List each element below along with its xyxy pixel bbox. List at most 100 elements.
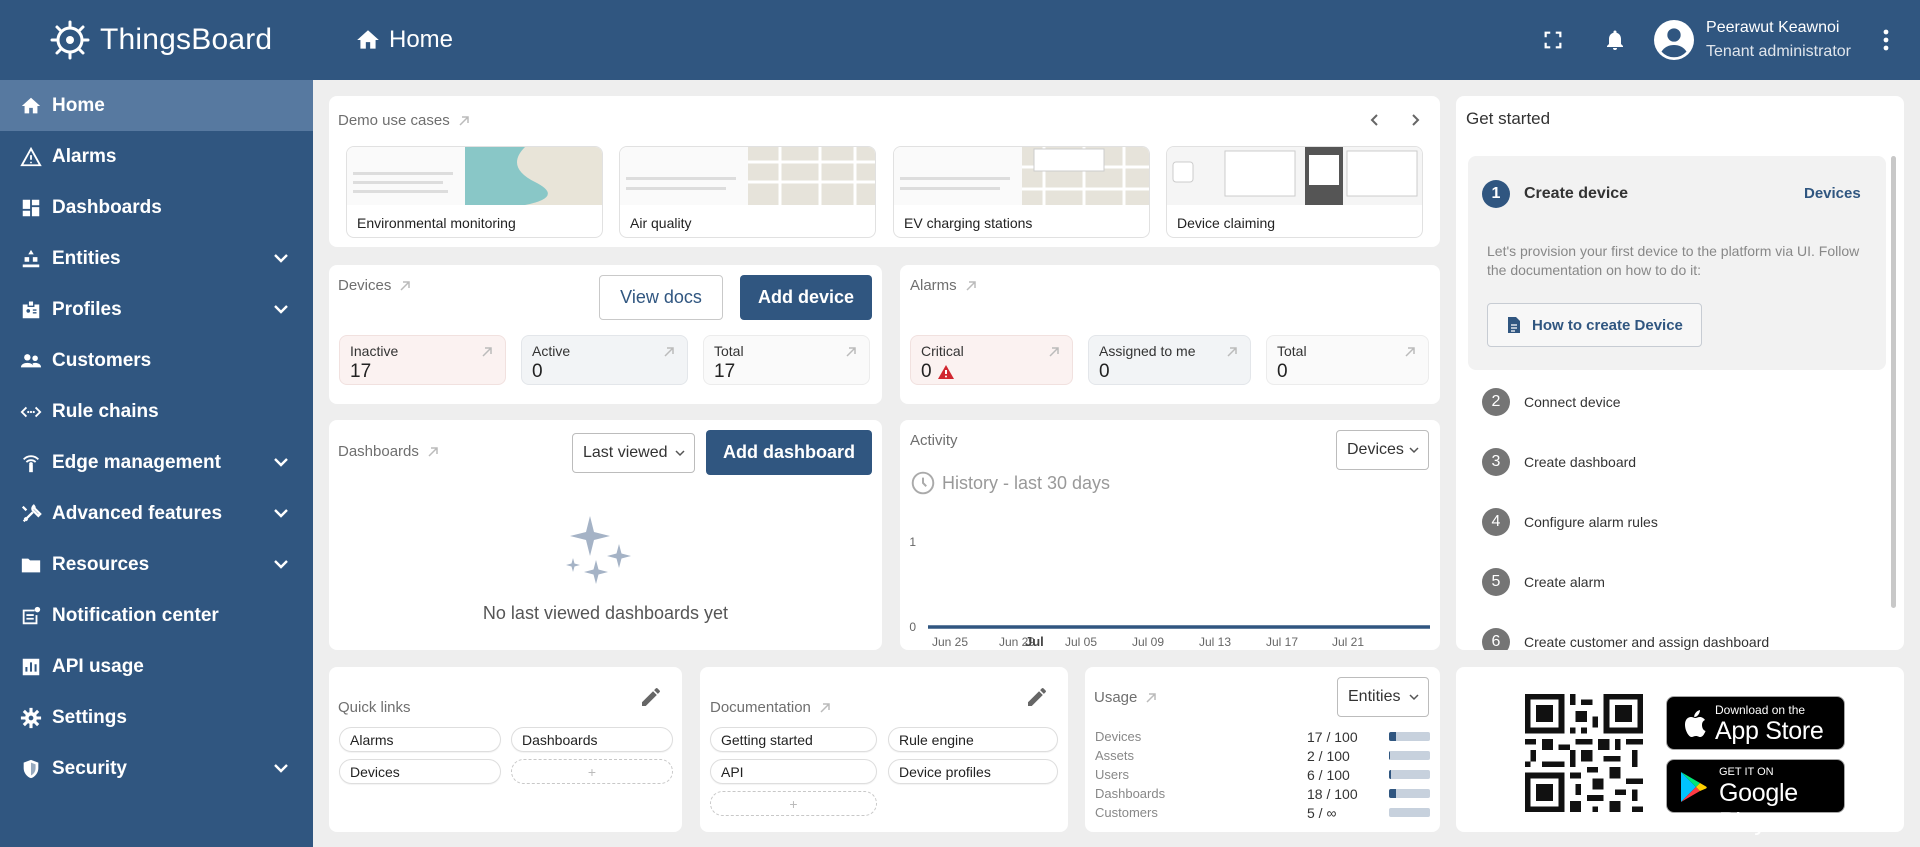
open-arrow-icon: [664, 347, 674, 357]
quick-links-title: Quick links: [338, 699, 411, 716]
devices-title[interactable]: Devices: [338, 277, 411, 294]
step-configure-alarm-rules[interactable]: 4 Configure alarm rules: [1482, 508, 1658, 536]
sidebar-item-notification-center[interactable]: Notification center: [0, 590, 313, 641]
chevron-down-icon[interactable]: [271, 503, 291, 523]
demo-item-device-claiming[interactable]: Device claiming: [1166, 146, 1423, 238]
carousel-next-icon[interactable]: [1407, 112, 1423, 128]
chevron-down-icon[interactable]: [271, 452, 291, 472]
chevron-down-icon: [1409, 447, 1419, 454]
demo-item-air-quality[interactable]: Air quality: [619, 146, 876, 238]
usage-label: Dashboards: [1095, 786, 1166, 801]
step-create-alarm[interactable]: 5 Create alarm: [1482, 568, 1605, 596]
usage-title[interactable]: Usage: [1094, 689, 1157, 706]
view-docs-button[interactable]: View docs: [599, 275, 723, 320]
chevron-down-icon[interactable]: [271, 554, 291, 574]
doc-link-api[interactable]: API: [710, 759, 877, 784]
sidebar-item-resources[interactable]: Resources: [0, 539, 313, 590]
doc-link-getting-started[interactable]: Getting started: [710, 727, 877, 752]
get-started-scrollbar[interactable]: [1891, 156, 1896, 608]
app-store-badge[interactable]: Download on the App Store: [1666, 696, 1845, 750]
usage-row-customers: Customers 5 / ∞: [1095, 803, 1430, 822]
documentation-card: Documentation Getting started Rule engin…: [700, 667, 1068, 832]
sidebar-item-security[interactable]: Security: [0, 743, 313, 794]
dashboards-sort-select[interactable]: Last viewed: [572, 433, 695, 473]
sidebar-item-advanced-features[interactable]: Advanced features: [0, 488, 313, 539]
chevron-down-icon[interactable]: [271, 758, 291, 778]
sidebar-item-entities[interactable]: Entities: [0, 233, 313, 284]
usage-label: Assets: [1095, 748, 1135, 763]
sidebar-item-dashboards[interactable]: Dashboards: [0, 182, 313, 233]
alarms-title[interactable]: Alarms: [910, 277, 977, 294]
edit-pencil-icon[interactable]: [1025, 685, 1049, 709]
activity-card: Activity Devices History - last 30 days …: [900, 420, 1440, 650]
alarms-title-text: Alarms: [910, 277, 957, 294]
doc-link-device-profiles[interactable]: Device profiles: [888, 759, 1058, 784]
user-menu[interactable]: Peerawut Keawnoi Tenant administrator: [1654, 16, 1851, 64]
sidebar-item-alarms[interactable]: Alarms: [0, 131, 313, 182]
history-clock-icon: [911, 471, 935, 495]
stat-critical-alarms[interactable]: Critical 0: [910, 335, 1073, 385]
sidebar-item-customers[interactable]: Customers: [0, 335, 313, 386]
stat-label: Total: [1277, 343, 1307, 359]
how-to-create-device-button[interactable]: How to create Device: [1487, 303, 1702, 347]
step-create-customer[interactable]: 6 Create customer and assign dashboard: [1482, 628, 1769, 650]
documentation-title-text: Documentation: [710, 699, 811, 716]
activity-entity-select[interactable]: Devices: [1336, 430, 1429, 470]
chevron-down-icon: [675, 450, 685, 457]
step-number: 2: [1482, 388, 1510, 416]
x-tick-label: Jul 21: [1332, 635, 1364, 649]
step-number: 3: [1482, 448, 1510, 476]
chevron-down-icon[interactable]: [271, 248, 291, 268]
devices-link[interactable]: Devices: [1804, 185, 1861, 202]
step-label: Configure alarm rules: [1524, 514, 1658, 530]
stat-assigned-alarms[interactable]: Assigned to me 0: [1088, 335, 1251, 385]
usage-type-select[interactable]: Entities: [1337, 677, 1429, 717]
dashboard-icon: [22, 199, 40, 216]
step-label: Create alarm: [1524, 574, 1605, 590]
add-quick-link-button[interactable]: +: [511, 759, 673, 784]
activity-line-chart: 10Jun 25 Jun 29Jul Jul 05 Jul 09 Jul 13 Jul 1…: [909, 535, 1430, 649]
sidebar-item-label: Notification center: [52, 604, 219, 626]
notifications-bell-icon[interactable]: [1600, 25, 1630, 55]
doc-link-rule-engine[interactable]: Rule engine: [888, 727, 1058, 752]
quick-link-dashboards[interactable]: Dashboards: [511, 727, 673, 752]
quick-link-devices[interactable]: Devices: [339, 759, 501, 784]
demo-item-ev-charging-stations[interactable]: EV charging stations: [893, 146, 1150, 238]
step-create-dashboard[interactable]: 3 Create dashboard: [1482, 448, 1636, 476]
edit-pencil-icon[interactable]: [639, 685, 663, 709]
add-device-button[interactable]: Add device: [740, 275, 872, 320]
google-play-badge[interactable]: GET IT ON Google Play: [1666, 759, 1845, 836]
sidebar-item-home[interactable]: Home: [0, 80, 313, 131]
sidebar-item-api-usage[interactable]: API usage: [0, 641, 313, 692]
more-vert-icon[interactable]: [1871, 25, 1901, 55]
demo-item-environmental-monitoring[interactable]: Environmental monitoring: [346, 146, 603, 238]
carousel-prev-icon[interactable]: [1367, 112, 1383, 128]
stat-active-devices[interactable]: Active 0: [521, 335, 688, 385]
sidebar-item-rule-chains[interactable]: Rule chains: [0, 386, 313, 437]
stat-inactive-devices[interactable]: Inactive 17: [339, 335, 506, 385]
stat-total-devices[interactable]: Total 17: [703, 335, 870, 385]
fullscreen-icon[interactable]: [1538, 25, 1568, 55]
step-create-device[interactable]: 1 Create device: [1482, 180, 1628, 208]
brand[interactable]: ThingsBoard: [0, 0, 313, 80]
demo-title[interactable]: Demo use cases: [338, 112, 470, 129]
quick-link-alarms[interactable]: Alarms: [339, 727, 501, 752]
x-tick-label: Jul 13: [1199, 635, 1231, 649]
open-arrow-icon: [459, 115, 469, 126]
home-icon: [357, 30, 379, 49]
documentation-title[interactable]: Documentation: [710, 699, 831, 716]
chevron-down-icon[interactable]: [271, 299, 291, 319]
step-connect-device[interactable]: 2 Connect device: [1482, 388, 1621, 416]
sidebar-item-settings[interactable]: Settings: [0, 692, 313, 743]
add-doc-link-button[interactable]: +: [710, 791, 877, 816]
badge-icon: [22, 299, 40, 318]
usage-value: 5 / ∞: [1307, 804, 1337, 821]
dashboards-title[interactable]: Dashboards: [338, 443, 439, 460]
add-dashboard-button[interactable]: Add dashboard: [706, 430, 872, 475]
usage-label: Users: [1095, 767, 1129, 782]
sidebar-item-edge-management[interactable]: Edge management: [0, 437, 313, 488]
open-arrow-icon: [1405, 347, 1415, 357]
stat-total-alarms[interactable]: Total 0: [1266, 335, 1429, 385]
usage-label: Customers: [1095, 805, 1158, 820]
sidebar-item-profiles[interactable]: Profiles: [0, 284, 313, 335]
